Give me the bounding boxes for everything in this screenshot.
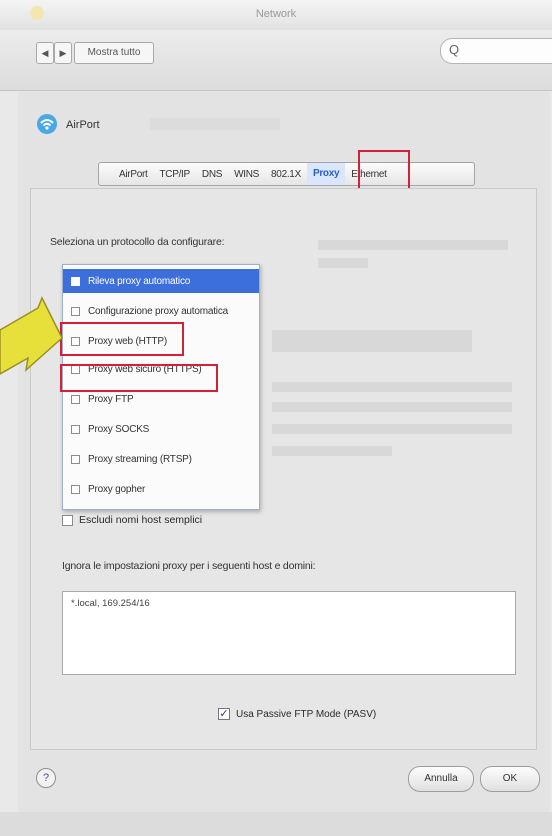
checkbox[interactable] bbox=[71, 394, 80, 404]
list-item[interactable]: Rileva proxy automatico bbox=[63, 269, 259, 293]
pointer-arrow-icon bbox=[0, 296, 63, 375]
list-item[interactable]: Proxy gopher bbox=[63, 477, 259, 501]
network-name: AirPort bbox=[66, 119, 100, 131]
bypass-hosts-field[interactable]: *.local, 169.254/16 bbox=[62, 591, 516, 675]
show-all-button[interactable]: Mostra tutto bbox=[74, 42, 154, 64]
checkbox[interactable] bbox=[71, 276, 80, 286]
http-proxy-highlight bbox=[60, 322, 184, 356]
checkbox[interactable] bbox=[71, 424, 80, 434]
exclude-checkbox[interactable] bbox=[62, 514, 73, 526]
list-item-label: Proxy streaming (RTSP) bbox=[88, 453, 192, 465]
wifi-icon bbox=[37, 114, 57, 134]
exclude-label: Escludi nomi host semplici bbox=[79, 514, 203, 526]
window-title: Network bbox=[255, 8, 297, 20]
checkbox[interactable] bbox=[71, 454, 80, 464]
search-field[interactable]: Q bbox=[440, 38, 552, 64]
search-icon: Q bbox=[449, 42, 460, 57]
checkbox[interactable] bbox=[71, 484, 80, 494]
background-field bbox=[272, 330, 472, 352]
background-text bbox=[318, 258, 368, 268]
help-button[interactable]: ? bbox=[36, 768, 56, 788]
tab-bar: AirPort TCP/IP DNS WINS 802.1X Proxy Eth… bbox=[98, 162, 475, 186]
tab-proxy[interactable]: Proxy bbox=[306, 163, 346, 185]
list-item[interactable]: Proxy streaming (RTSP) bbox=[63, 447, 259, 471]
passive-ftp-label: Usa Passive FTP Mode (PASV) bbox=[236, 708, 377, 720]
ok-button[interactable]: OK bbox=[480, 766, 540, 792]
background-text bbox=[272, 382, 512, 392]
tab-8021x[interactable]: 802.1X bbox=[265, 169, 307, 180]
list-item-label: Configurazione proxy automatica bbox=[88, 305, 228, 317]
bypass-label: Ignora le impostazioni proxy per i segue… bbox=[62, 560, 316, 572]
checkbox[interactable] bbox=[71, 306, 80, 316]
back-button[interactable]: ◀ bbox=[36, 42, 54, 64]
tab-airport[interactable]: AirPort bbox=[113, 169, 153, 180]
passive-ftp-option[interactable]: ✓ Usa Passive FTP Mode (PASV) bbox=[218, 708, 376, 720]
tab-wins[interactable]: WINS bbox=[228, 169, 265, 180]
https-proxy-highlight bbox=[60, 364, 218, 392]
exclude-simple-hostnames[interactable]: Escludi nomi host semplici bbox=[62, 514, 202, 526]
background-text bbox=[272, 402, 512, 412]
tab-dns[interactable]: DNS bbox=[196, 169, 228, 180]
tab-tcpip[interactable]: TCP/IP bbox=[153, 169, 195, 180]
background-text bbox=[272, 446, 392, 456]
list-item-label: Proxy FTP bbox=[88, 393, 134, 405]
background-text bbox=[272, 424, 512, 434]
list-item-label: Proxy SOCKS bbox=[88, 423, 150, 435]
bottom-bar bbox=[0, 812, 552, 836]
list-item-label: Proxy gopher bbox=[88, 483, 146, 495]
passive-ftp-checkbox[interactable]: ✓ bbox=[218, 708, 230, 720]
cancel-button[interactable]: Annulla bbox=[408, 766, 474, 792]
list-item[interactable]: Proxy SOCKS bbox=[63, 417, 259, 441]
list-item[interactable]: Configurazione proxy automatica bbox=[63, 299, 259, 323]
header-placeholder bbox=[150, 118, 280, 130]
forward-button[interactable]: ▶ bbox=[54, 42, 72, 64]
protocol-label: Seleziona un protocollo da configurare: bbox=[50, 236, 225, 248]
list-item-label: Rileva proxy automatico bbox=[88, 275, 191, 287]
background-text bbox=[318, 240, 508, 250]
